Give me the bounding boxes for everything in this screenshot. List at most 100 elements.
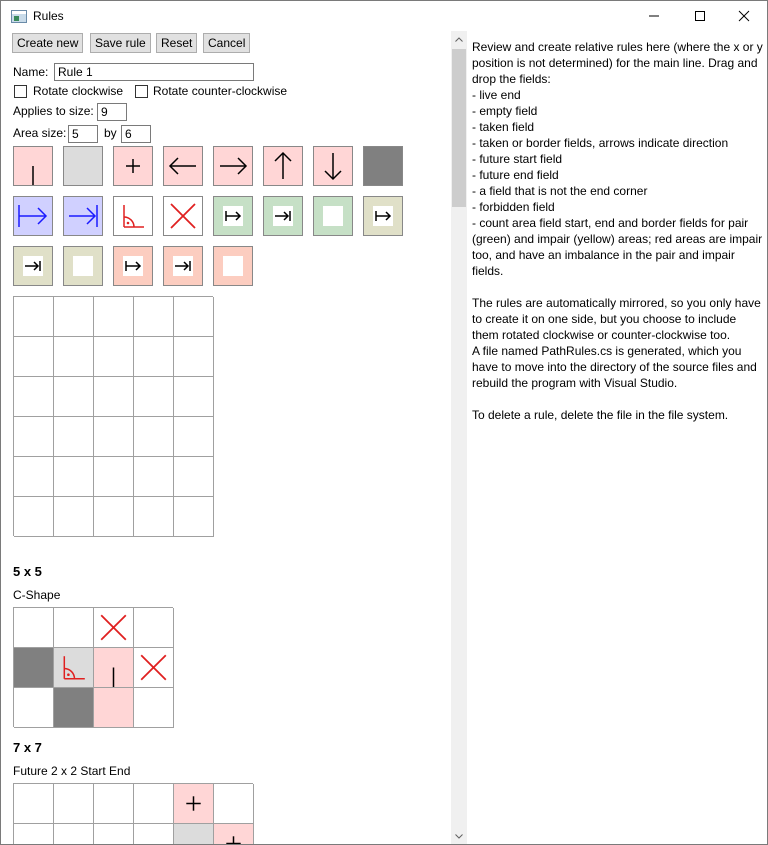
by-label: by [104, 126, 117, 140]
editor-cell[interactable] [54, 417, 94, 457]
rule-cell [94, 824, 134, 844]
editor-cell[interactable] [54, 377, 94, 417]
title-bar[interactable]: Rules [1, 1, 767, 31]
area-height-field[interactable]: 6 [121, 125, 151, 143]
palette-tile-count-end-yellow[interactable] [13, 246, 53, 286]
editor-cell[interactable] [94, 377, 134, 417]
corner-icon [123, 205, 144, 228]
cancel-button[interactable]: Cancel [203, 33, 251, 53]
editor-cell[interactable] [94, 417, 134, 457]
palette-tile-count-end-green[interactable] [263, 196, 303, 236]
rule-name-c-shape[interactable]: C-Shape [13, 588, 60, 602]
reset-button[interactable]: Reset [156, 33, 198, 53]
close-icon [738, 10, 750, 22]
editor-cell[interactable] [94, 297, 134, 337]
window-title: Rules [33, 9, 64, 23]
maximize-button[interactable] [677, 1, 723, 31]
rule-cell [54, 784, 94, 824]
editor-cell[interactable] [134, 497, 174, 537]
rotate-clockwise-checkbox[interactable] [14, 85, 27, 98]
editor-cell[interactable] [14, 377, 54, 417]
palette-tile-count-end-red[interactable] [163, 246, 203, 286]
scroll-down-button[interactable] [451, 828, 467, 844]
editor-cell[interactable] [54, 497, 94, 537]
arrow-down-icon [324, 153, 342, 181]
palette-tile-count-start-yellow[interactable] [363, 196, 403, 236]
palette-tile-empty-field[interactable] [63, 146, 103, 186]
rule-editor-grid[interactable] [13, 296, 214, 537]
palette-tile-taken-right[interactable] [213, 146, 253, 186]
count-end-icon [275, 211, 291, 221]
palette-tile-taken-field[interactable] [113, 146, 153, 186]
rule-cell [174, 784, 214, 824]
count-start-icon [375, 211, 392, 221]
editor-cell[interactable] [14, 297, 54, 337]
editor-cell[interactable] [14, 417, 54, 457]
editor-cell[interactable] [134, 377, 174, 417]
vertical-scrollbar[interactable] [451, 31, 467, 844]
palette-tile-not-end-corner[interactable] [113, 196, 153, 236]
editor-cell[interactable] [174, 417, 214, 457]
rule-cell [14, 648, 54, 688]
rule-name-future-2x2[interactable]: Future 2 x 2 Start End [13, 764, 130, 778]
editor-cell[interactable] [134, 297, 174, 337]
scroll-thumb[interactable] [452, 49, 466, 207]
rule-cell [54, 648, 94, 688]
rule-cell [94, 608, 134, 648]
editor-cell[interactable] [14, 457, 54, 497]
scroll-up-button[interactable] [451, 31, 467, 47]
rule-cell [134, 648, 174, 688]
editor-cell[interactable] [134, 337, 174, 377]
rule-preview-c-shape[interactable] [13, 607, 174, 728]
editor-cell[interactable] [174, 297, 214, 337]
editor-cell[interactable] [94, 497, 134, 537]
palette-tile-taken-down[interactable] [313, 146, 353, 186]
rules-window: Rules Create new Save rule Reset Cancel … [0, 0, 768, 845]
minimize-button[interactable] [631, 1, 677, 31]
editor-cell[interactable] [134, 457, 174, 497]
editor-cell[interactable] [54, 457, 94, 497]
name-field[interactable]: Rule 1 [54, 63, 254, 81]
palette-tile-future-start[interactable] [13, 196, 53, 236]
create-new-button[interactable]: Create new [12, 33, 84, 53]
rotate-counter-clockwise-checkbox[interactable] [135, 85, 148, 98]
editor-cell[interactable] [14, 337, 54, 377]
palette-tile-future-end[interactable] [63, 196, 103, 236]
tile-inner-square [223, 206, 243, 226]
editor-cell[interactable] [14, 497, 54, 537]
editor-cell[interactable] [174, 457, 214, 497]
area-size-label: Area size: [13, 126, 67, 140]
close-button[interactable] [721, 1, 767, 31]
plus-icon [126, 159, 140, 173]
rule-cell [134, 608, 174, 648]
applies-to-size-field[interactable]: 9 [97, 103, 127, 121]
editor-cell[interactable] [174, 337, 214, 377]
palette-tile-count-start-red[interactable] [113, 246, 153, 286]
editor-cell[interactable] [134, 417, 174, 457]
editor-cell[interactable] [54, 297, 94, 337]
palette-tile-taken-left[interactable] [163, 146, 203, 186]
palette-tile-live-end[interactable] [13, 146, 53, 186]
save-rule-button[interactable]: Save rule [90, 33, 151, 53]
palette-tile-count-start-green[interactable] [213, 196, 253, 236]
palette-tile-border-field[interactable] [363, 146, 403, 186]
editor-cell[interactable] [174, 497, 214, 537]
palette-tile-taken-up[interactable] [263, 146, 303, 186]
name-label: Name: [13, 65, 49, 79]
rule-cell [94, 688, 134, 728]
palette-tile-count-border-yellow[interactable] [63, 246, 103, 286]
palette-tile-count-border-red[interactable] [213, 246, 253, 286]
palette-tile-forbidden[interactable] [163, 196, 203, 236]
editor-cell[interactable] [94, 337, 134, 377]
maximize-icon [695, 11, 705, 21]
editor-cell[interactable] [94, 457, 134, 497]
rule-cell [14, 824, 54, 844]
tile-inner-square [273, 206, 293, 226]
palette-tile-count-border-green[interactable] [313, 196, 353, 236]
tile-inner-square [23, 256, 43, 276]
plus-icon [186, 796, 201, 811]
area-width-field[interactable]: 5 [68, 125, 98, 143]
rule-preview-future-2x2[interactable] [13, 783, 254, 844]
editor-cell[interactable] [54, 337, 94, 377]
editor-cell[interactable] [174, 377, 214, 417]
